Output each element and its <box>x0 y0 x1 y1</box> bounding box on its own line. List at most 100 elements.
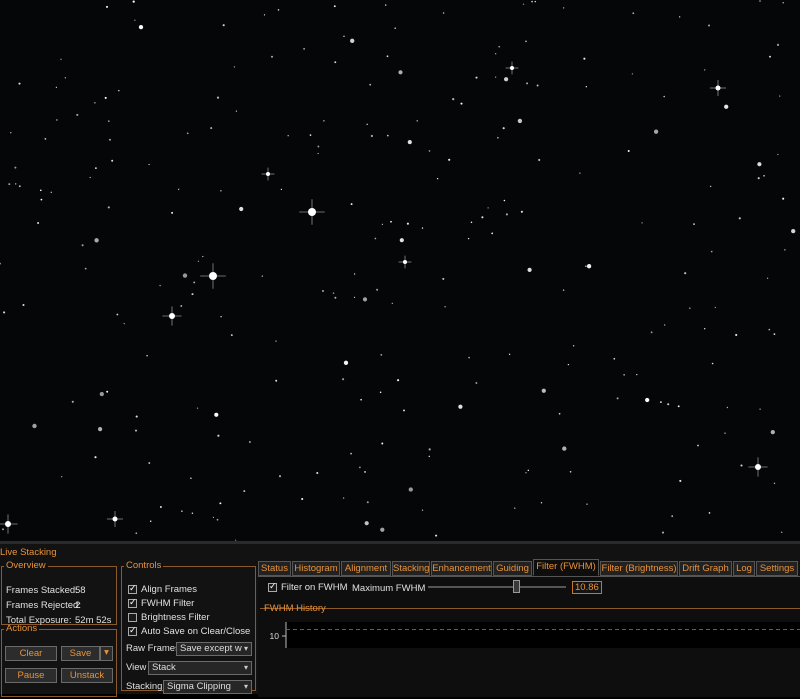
star <box>177 188 180 191</box>
star <box>572 345 575 347</box>
star <box>123 322 125 325</box>
stacking-select[interactable]: Sigma Clipping ▾ <box>163 680 252 694</box>
star <box>280 188 283 191</box>
star <box>770 429 775 435</box>
star <box>171 211 174 214</box>
star <box>632 12 635 15</box>
star <box>385 4 387 6</box>
star <box>726 406 729 409</box>
star <box>323 119 325 122</box>
star <box>769 55 771 58</box>
star <box>334 296 337 299</box>
star <box>181 510 183 513</box>
star <box>60 58 62 61</box>
star <box>191 512 194 515</box>
star <box>366 123 368 126</box>
star <box>498 45 501 48</box>
star <box>711 362 714 365</box>
star <box>667 403 670 406</box>
star <box>663 95 666 98</box>
star <box>210 127 213 130</box>
star <box>586 503 588 505</box>
star <box>435 534 438 537</box>
star <box>76 113 79 116</box>
stacked-image-view[interactable] <box>0 0 800 541</box>
star <box>350 203 353 206</box>
star <box>193 281 196 284</box>
star <box>527 469 530 472</box>
star <box>40 198 43 201</box>
star <box>636 373 638 376</box>
star <box>342 378 345 381</box>
star <box>779 95 781 97</box>
save-dropdown-button[interactable]: ▾ <box>100 646 113 661</box>
star <box>37 221 40 225</box>
star <box>708 24 710 27</box>
star <box>623 374 625 376</box>
star <box>579 172 581 174</box>
star <box>216 96 220 99</box>
stacking-label: Stacking <box>126 681 163 692</box>
star <box>759 408 761 410</box>
star <box>709 185 712 188</box>
clear-button[interactable]: Clear <box>5 646 57 661</box>
star <box>249 441 251 443</box>
star <box>724 432 726 434</box>
star <box>116 313 119 316</box>
star <box>714 306 716 309</box>
star <box>56 119 58 121</box>
star <box>277 9 280 11</box>
star <box>421 227 424 229</box>
star <box>381 442 384 445</box>
star <box>397 379 400 382</box>
star <box>216 518 219 521</box>
star <box>391 302 393 305</box>
star <box>708 512 711 514</box>
star <box>99 392 104 397</box>
star <box>275 340 277 342</box>
star-field <box>0 0 796 541</box>
star <box>406 222 409 225</box>
view-value: Stack <box>152 662 176 673</box>
star <box>684 272 687 275</box>
star <box>22 303 25 307</box>
star <box>94 102 96 104</box>
star <box>784 249 786 251</box>
live-stacking-panel: Live Stacking Overview Frames Stacked: 5… <box>0 541 800 697</box>
star <box>491 232 494 235</box>
star <box>235 110 237 112</box>
star <box>214 412 219 417</box>
star <box>403 409 405 412</box>
star <box>317 152 319 155</box>
star <box>15 183 17 185</box>
star <box>671 515 674 517</box>
star <box>780 531 783 533</box>
star <box>710 250 713 253</box>
star <box>104 96 107 99</box>
star <box>159 506 162 508</box>
star <box>693 223 695 225</box>
star <box>659 401 662 404</box>
star <box>105 5 109 8</box>
star <box>334 61 337 64</box>
star <box>679 479 682 482</box>
star <box>562 7 565 9</box>
star <box>270 55 274 58</box>
star <box>526 82 529 85</box>
star <box>514 507 516 509</box>
unstack-button[interactable]: Unstack <box>61 668 113 683</box>
star <box>263 14 266 16</box>
star <box>645 397 650 403</box>
star <box>287 134 289 137</box>
star <box>108 138 112 141</box>
star <box>369 83 372 86</box>
star <box>481 216 484 219</box>
pause-button[interactable]: Pause <box>5 668 57 683</box>
save-button[interactable]: Save <box>61 646 100 661</box>
star <box>661 531 665 534</box>
view-select[interactable]: Stack ▾ <box>148 661 252 675</box>
star <box>773 482 776 485</box>
star <box>704 69 706 71</box>
star <box>95 167 97 169</box>
star <box>398 70 403 75</box>
